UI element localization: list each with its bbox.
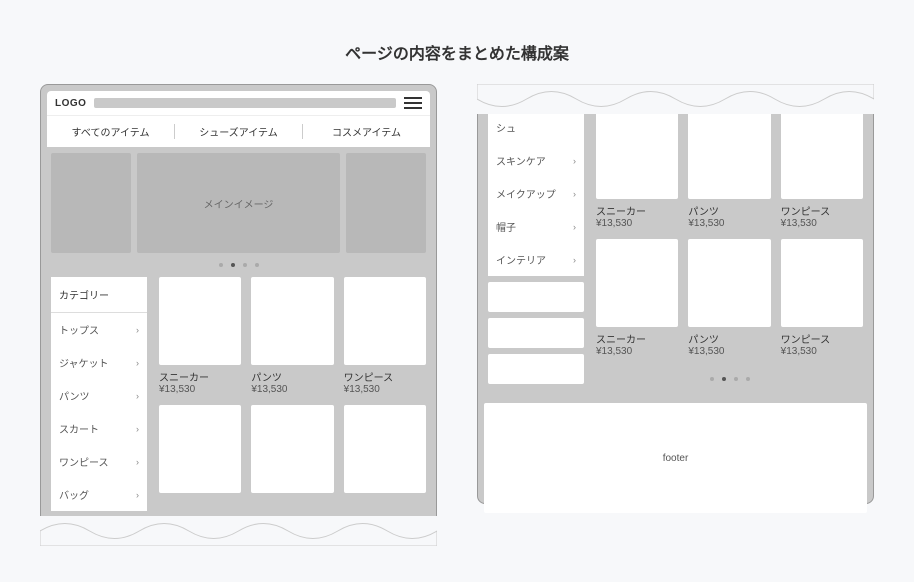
pagination-dot[interactable]: [722, 377, 726, 381]
product-price: ¥13,530: [159, 384, 241, 395]
product-card[interactable]: スニーカー¥13,530: [596, 239, 678, 357]
product-card[interactable]: [159, 405, 241, 493]
chevron-right-icon: ›: [136, 325, 139, 335]
chevron-right-icon: ›: [573, 222, 576, 232]
page-title: ページの内容をまとめた構成案: [0, 0, 914, 84]
product-card[interactable]: ワンピース¥13,530: [344, 277, 426, 395]
product-image: [688, 239, 770, 327]
product-price: ¥13,530: [781, 346, 863, 357]
nav-bar: すべてのアイテム シューズアイテム コスメアイテム: [47, 115, 430, 147]
product-price: ¥13,530: [688, 346, 770, 357]
sidebar-item[interactable]: ワンピース›: [51, 445, 147, 478]
sidebar-item[interactable]: トップス›: [51, 313, 147, 346]
product-price: ¥13,530: [596, 218, 678, 229]
top-bar: LOGO: [47, 91, 430, 115]
sidebar-item[interactable]: パンツ›: [51, 379, 147, 412]
hero-image-main[interactable]: メインイメージ: [137, 153, 340, 253]
product-image: [344, 405, 426, 493]
nav-item[interactable]: コスメアイテム: [302, 124, 430, 139]
chevron-right-icon: ›: [573, 189, 576, 199]
product-image: [596, 111, 678, 199]
banner-placeholder[interactable]: [488, 318, 584, 348]
product-image: [251, 405, 333, 493]
banner-placeholder[interactable]: [488, 354, 584, 384]
sidebar-item[interactable]: バッグ›: [51, 478, 147, 511]
pagination-dot[interactable]: [710, 377, 714, 381]
product-image: [596, 239, 678, 327]
chevron-right-icon: ›: [573, 156, 576, 166]
product-image: [159, 405, 241, 493]
product-image: [159, 277, 241, 365]
sidebar-item[interactable]: メイクアップ›: [488, 177, 584, 210]
product-name: ワンピース: [781, 203, 863, 218]
product-image: [344, 277, 426, 365]
chevron-right-icon: ›: [136, 457, 139, 467]
product-image: [781, 111, 863, 199]
category-sidebar: カテゴリー トップス› ジャケット› パンツ› スカート› ワンピース› バッグ…: [51, 277, 147, 511]
carousel-dot[interactable]: [255, 263, 259, 267]
sidebar-item[interactable]: シュ: [488, 111, 584, 144]
sidebar-item[interactable]: スキンケア›: [488, 144, 584, 177]
product-name: スニーカー: [596, 203, 678, 218]
carousel-dot[interactable]: [243, 263, 247, 267]
torn-edge-top: [477, 84, 874, 114]
hero-carousel: メインイメージ: [47, 147, 430, 253]
logo[interactable]: LOGO: [55, 98, 86, 109]
product-card[interactable]: パンツ¥13,530: [688, 111, 770, 229]
pagination-dots: [596, 367, 863, 391]
pagination-dot[interactable]: [746, 377, 750, 381]
product-price: ¥13,530: [251, 384, 333, 395]
product-card[interactable]: パンツ¥13,530: [688, 239, 770, 357]
nav-item[interactable]: シューズアイテム: [174, 124, 302, 139]
product-image: [781, 239, 863, 327]
sidebar-heading: カテゴリー: [51, 277, 147, 313]
chevron-right-icon: ›: [136, 490, 139, 500]
product-name: スニーカー: [159, 369, 241, 384]
wireframe-frame-top: LOGO すべてのアイテム シューズアイテム コスメアイテム メインイメージ カ…: [40, 84, 437, 546]
product-price: ¥13,530: [344, 384, 426, 395]
sidebar-item[interactable]: ジャケット›: [51, 346, 147, 379]
product-name: ワンピース: [344, 369, 426, 384]
product-card[interactable]: [251, 405, 333, 493]
product-card[interactable]: スニーカー¥13,530: [596, 111, 678, 229]
product-card[interactable]: ワンピース¥13,530: [781, 111, 863, 229]
chevron-right-icon: ›: [136, 391, 139, 401]
product-grid: スニーカー¥13,530 パンツ¥13,530 ワンピース¥13,530 スニー…: [596, 111, 863, 391]
sidebar-item[interactable]: インテリア›: [488, 243, 584, 276]
hero-image-prev[interactable]: [51, 153, 131, 253]
hamburger-menu-icon[interactable]: [404, 97, 422, 109]
product-name: パンツ: [688, 331, 770, 346]
product-card[interactable]: ワンピース¥13,530: [781, 239, 863, 357]
product-name: パンツ: [251, 369, 333, 384]
carousel-dots: [47, 253, 430, 277]
pagination-dot[interactable]: [734, 377, 738, 381]
product-name: スニーカー: [596, 331, 678, 346]
chevron-right-icon: ›: [136, 358, 139, 368]
product-card[interactable]: パンツ¥13,530: [251, 277, 333, 395]
carousel-dot[interactable]: [231, 263, 235, 267]
torn-edge-bottom: [40, 516, 437, 546]
footer-placeholder: footer: [484, 403, 867, 513]
chevron-right-icon: ›: [136, 424, 139, 434]
product-name: ワンピース: [781, 331, 863, 346]
search-input[interactable]: [94, 98, 396, 108]
product-name: パンツ: [688, 203, 770, 218]
product-price: ¥13,530: [781, 218, 863, 229]
wireframe-frame-bottom: シュ スキンケア› メイクアップ› 帽子› インテリア› スニーカー¥13,53…: [477, 84, 874, 504]
category-sidebar: シュ スキンケア› メイクアップ› 帽子› インテリア›: [488, 111, 584, 276]
sidebar-item[interactable]: スカート›: [51, 412, 147, 445]
product-price: ¥13,530: [688, 218, 770, 229]
carousel-dot[interactable]: [219, 263, 223, 267]
chevron-right-icon: ›: [573, 255, 576, 265]
sidebar-item[interactable]: 帽子›: [488, 210, 584, 243]
hero-image-next[interactable]: [346, 153, 426, 253]
banner-placeholder[interactable]: [488, 282, 584, 312]
product-grid: スニーカー¥13,530 パンツ¥13,530 ワンピース¥13,530: [159, 277, 426, 511]
nav-item[interactable]: すべてのアイテム: [47, 124, 174, 139]
product-image: [688, 111, 770, 199]
product-card[interactable]: [344, 405, 426, 493]
product-image: [251, 277, 333, 365]
product-price: ¥13,530: [596, 346, 678, 357]
product-card[interactable]: スニーカー¥13,530: [159, 277, 241, 395]
